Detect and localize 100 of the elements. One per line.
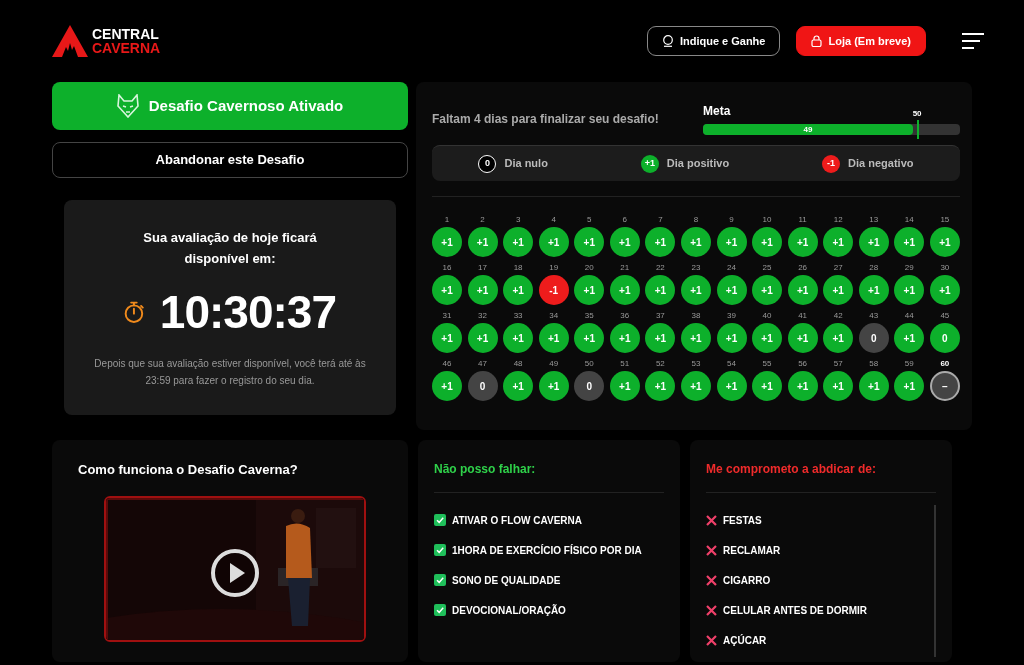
referral-button[interactable]: Indique e Ganhe bbox=[646, 25, 781, 57]
day-circle[interactable]: +1 bbox=[574, 227, 605, 257]
day-circle[interactable]: +1 bbox=[503, 323, 534, 353]
challenge-active-button[interactable]: Desafio Cavernoso Ativado bbox=[52, 82, 408, 130]
day-circle[interactable]: +1 bbox=[432, 227, 462, 257]
day-circle[interactable]: – bbox=[929, 371, 960, 401]
day-circle[interactable]: +1 bbox=[716, 227, 747, 257]
day-circle[interactable]: +1 bbox=[894, 227, 925, 257]
day-circle[interactable]: +1 bbox=[503, 227, 534, 257]
day-circle[interactable]: +1 bbox=[609, 371, 640, 401]
day-circle[interactable]: +1 bbox=[538, 323, 569, 353]
day-number: 20 bbox=[583, 263, 595, 273]
legend-symbol: 0 bbox=[478, 154, 497, 173]
day-circle[interactable]: +1 bbox=[823, 275, 854, 305]
day-number: 16 bbox=[441, 263, 453, 273]
day-circle[interactable]: +1 bbox=[574, 275, 605, 305]
play-icon[interactable] bbox=[210, 547, 260, 598]
day-circle[interactable]: +1 bbox=[929, 275, 960, 305]
day-circle[interactable]: +1 bbox=[752, 227, 783, 257]
menu-icon[interactable] bbox=[960, 32, 986, 51]
day-number: 1 bbox=[443, 215, 451, 225]
day-number: 59 bbox=[903, 359, 915, 369]
day-number: 58 bbox=[868, 359, 880, 369]
checkbox[interactable] bbox=[434, 544, 446, 556]
cross-icon bbox=[706, 574, 717, 586]
day-circle[interactable]: +1 bbox=[716, 275, 747, 305]
day-circle[interactable]: +1 bbox=[503, 371, 534, 401]
day-number: 30 bbox=[939, 263, 951, 273]
day-circle[interactable]: +1 bbox=[823, 371, 854, 401]
day-circle[interactable]: +1 bbox=[929, 227, 960, 257]
legend-symbol: -1 bbox=[822, 154, 841, 173]
day-circle[interactable]: 0 bbox=[858, 323, 889, 353]
day-circle[interactable]: 0 bbox=[467, 371, 498, 401]
day-circle[interactable]: +1 bbox=[787, 323, 818, 353]
day-circle[interactable]: +1 bbox=[503, 275, 534, 305]
day-number: 27 bbox=[832, 263, 844, 273]
day-circle[interactable]: +1 bbox=[645, 275, 676, 305]
day-number: 41 bbox=[797, 311, 809, 321]
day-number: 6 bbox=[621, 215, 629, 225]
checkbox[interactable] bbox=[434, 604, 446, 616]
abandon-button[interactable]: Abandonar este Desafio bbox=[52, 142, 408, 178]
day-circle[interactable]: +1 bbox=[787, 371, 818, 401]
day-circle[interactable]: +1 bbox=[467, 323, 498, 353]
day-circle[interactable]: +1 bbox=[823, 323, 854, 353]
day-number: 24 bbox=[726, 263, 737, 273]
list-item-label: DEVOCIONAL/ORAÇÃO bbox=[452, 603, 566, 618]
day-number: 49 bbox=[548, 359, 560, 369]
day-number: 10 bbox=[761, 215, 773, 225]
day-circle[interactable]: +1 bbox=[467, 227, 498, 257]
day-circle[interactable]: +1 bbox=[752, 275, 783, 305]
day-circle[interactable]: +1 bbox=[894, 323, 925, 353]
day-circle[interactable]: +1 bbox=[432, 323, 462, 353]
day-circle[interactable]: +1 bbox=[752, 323, 783, 353]
day-circle[interactable]: +1 bbox=[680, 275, 711, 305]
day-circle[interactable]: +1 bbox=[858, 227, 889, 257]
day-number: 31 bbox=[441, 311, 453, 321]
day-circle[interactable]: +1 bbox=[858, 371, 889, 401]
legend-symbol: +1 bbox=[640, 154, 659, 173]
list-item-label: CIGARRO bbox=[723, 573, 771, 588]
day-circle[interactable]: +1 bbox=[680, 227, 711, 257]
day-circle[interactable]: +1 bbox=[894, 371, 925, 401]
day-number: 40 bbox=[761, 311, 773, 321]
day-number: 43 bbox=[868, 311, 880, 321]
day-circle[interactable]: +1 bbox=[432, 275, 462, 305]
day-circle[interactable]: +1 bbox=[716, 371, 747, 401]
day-number: 34 bbox=[548, 311, 560, 321]
day-number: 56 bbox=[797, 359, 809, 369]
day-circle[interactable]: +1 bbox=[787, 275, 818, 305]
day-circle[interactable]: +1 bbox=[609, 275, 640, 305]
day-circle[interactable]: +1 bbox=[538, 227, 569, 257]
day-circle[interactable]: +1 bbox=[823, 227, 854, 257]
day-circle[interactable]: +1 bbox=[432, 371, 462, 401]
day-circle[interactable]: +1 bbox=[680, 371, 711, 401]
day-circle[interactable]: +1 bbox=[716, 323, 747, 353]
cross-icon bbox=[706, 634, 717, 646]
day-circle[interactable]: +1 bbox=[645, 227, 676, 257]
timer-title: Sua avaliação de hoje ficará disponível em: bbox=[142, 229, 318, 268]
checkbox[interactable] bbox=[434, 514, 446, 526]
day-circle[interactable]: +1 bbox=[680, 323, 711, 353]
day-circle[interactable]: +1 bbox=[645, 371, 676, 401]
day-circle[interactable]: +1 bbox=[894, 275, 925, 305]
day-circle[interactable]: +1 bbox=[467, 275, 498, 305]
day-number: 9 bbox=[728, 215, 735, 225]
day-circle[interactable]: +1 bbox=[645, 323, 676, 353]
day-circle[interactable]: -1 bbox=[538, 275, 569, 305]
day-number: 46 bbox=[441, 359, 453, 369]
day-circle[interactable]: +1 bbox=[858, 275, 889, 305]
day-circle[interactable]: +1 bbox=[609, 227, 640, 257]
day-circle[interactable]: +1 bbox=[752, 371, 783, 401]
remaining-days-text: Faltam 4 dias para finalizar seu desafio! bbox=[432, 110, 659, 128]
day-circle[interactable]: +1 bbox=[609, 323, 640, 353]
store-button[interactable]: Loja (Em breve) bbox=[796, 25, 926, 57]
day-circle[interactable]: +1 bbox=[787, 227, 818, 257]
day-circle[interactable]: +1 bbox=[574, 323, 605, 353]
day-circle[interactable]: 0 bbox=[929, 323, 960, 353]
checkbox[interactable] bbox=[434, 574, 446, 586]
day-number: 36 bbox=[619, 311, 631, 321]
day-circle[interactable]: +1 bbox=[538, 371, 569, 401]
day-circle[interactable]: 0 bbox=[574, 371, 605, 401]
logo-text: CENTRAL CAVERNA bbox=[92, 27, 161, 55]
